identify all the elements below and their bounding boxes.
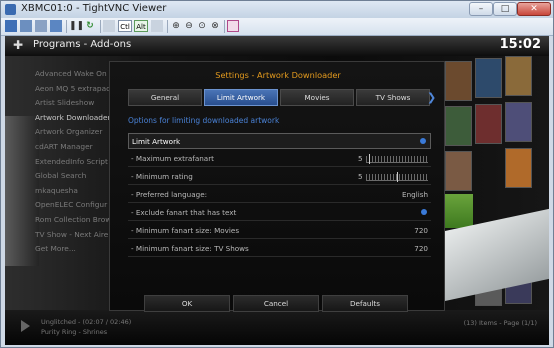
list-item[interactable]: OpenELEC Configur [35, 200, 115, 215]
setting-label: - Minimum fanart size: Movies [131, 226, 240, 235]
play-icon [21, 320, 30, 332]
zoom-100-icon[interactable]: ⊙ [196, 20, 208, 32]
chevron-right-icon[interactable]: ❯ [427, 92, 436, 103]
addon-list: Advanced Wake On Aeon MQ 5 extrapac Arti… [35, 69, 115, 259]
setting-maximum-extrafanart[interactable]: - Maximum extrafanart 5 [128, 151, 431, 167]
list-item[interactable]: Artwork Downloader [35, 113, 115, 128]
save-icon[interactable] [20, 20, 32, 32]
poster-image [505, 56, 532, 96]
slider-knob[interactable] [397, 172, 398, 182]
settings-dialog: Settings - Artwork Downloader General Li… [109, 61, 445, 311]
fanart-image [5, 116, 39, 266]
fullscreen-icon[interactable] [227, 20, 239, 32]
cancel-button[interactable]: Cancel [233, 295, 319, 312]
setting-value: 5 [358, 154, 363, 163]
list-item[interactable]: cdART Manager [35, 142, 115, 157]
list-item[interactable]: Artwork Organizer [35, 127, 115, 142]
zoom-fit-icon[interactable]: ⊗ [209, 20, 221, 32]
tab-movies[interactable]: Movies [280, 89, 354, 106]
ok-button[interactable]: OK [144, 295, 230, 312]
setting-min-fanart-movies[interactable]: - Minimum fanart size: Movies 720 [128, 223, 431, 239]
setting-label: Limit Artwork [132, 137, 181, 146]
list-item[interactable]: Artist Slideshow [35, 98, 115, 113]
toolbar-separator [224, 20, 225, 33]
list-item[interactable]: Aeon MQ 5 extrapac [35, 84, 115, 99]
setting-label: - Maximum extrafanart [131, 154, 214, 163]
poster-image [475, 58, 502, 98]
addons-icon: ✚ [13, 38, 24, 52]
setting-label: - Exclude fanart that has text [131, 208, 237, 217]
poster-image [505, 148, 532, 188]
list-item[interactable]: mkaquesha [35, 186, 115, 201]
defaults-button[interactable]: Defaults [322, 295, 408, 312]
section-title: Options for limiting downloaded artwork [128, 116, 280, 125]
setting-value: English [402, 190, 428, 199]
setting-label: - Minimum rating [131, 172, 193, 181]
setting-label: - Minimum fanart size: TV Shows [131, 244, 249, 253]
poster-image [475, 104, 502, 144]
remote-screen[interactable]: ✚ Programs - Add-ons 15:02 Advanced Wake… [5, 36, 549, 345]
minimize-button[interactable]: – [469, 2, 493, 16]
close-button[interactable]: ✕ [517, 2, 551, 16]
zoom-out-icon[interactable]: ⊖ [183, 20, 195, 32]
title-bar[interactable]: XBMC01:0 - TightVNC Viewer – □ ✕ [1, 1, 553, 18]
setting-value: 720 [414, 226, 428, 235]
maximize-button[interactable]: □ [493, 2, 517, 16]
poster-image [505, 102, 532, 142]
item-count: (13) Items - Page (1/1) [463, 319, 537, 327]
toggle-on-icon[interactable] [420, 138, 426, 144]
list-item[interactable]: ExtendedInfo Script [35, 157, 115, 172]
zoom-in-icon[interactable]: ⊕ [170, 20, 182, 32]
list-item[interactable]: Get More... [35, 244, 115, 259]
xbmc-header: ✚ Programs - Add-ons 15:02 [5, 36, 549, 56]
alt-key-button[interactable]: Alt [134, 20, 148, 32]
now-playing-bar: Unglitched - (02:07 / 02:46) Purity Ring… [5, 310, 549, 345]
vnc-toolbar: ❚❚ ↻ Ctl Alt ⊕ ⊖ ⊙ ⊗ [1, 18, 553, 36]
settings-tabs: General Limit Artwork Movies TV Shows [128, 89, 438, 107]
poster-image [445, 106, 472, 146]
setting-min-fanart-tvshows[interactable]: - Minimum fanart size: TV Shows 720 [128, 241, 431, 257]
poster-image [445, 151, 472, 191]
setting-minimum-rating[interactable]: - Minimum rating 5 [128, 169, 431, 185]
clipboard-icon[interactable] [151, 20, 163, 32]
dialog-title: Settings - Artwork Downloader [215, 70, 341, 80]
ctrl-alt-del-icon[interactable] [103, 20, 115, 32]
page-title: Programs - Add-ons [33, 39, 132, 50]
tab-limit-artwork[interactable]: Limit Artwork [204, 89, 278, 106]
info-icon[interactable] [50, 20, 62, 32]
setting-limit-artwork[interactable]: Limit Artwork [128, 133, 431, 149]
toggle-on-icon[interactable] [421, 209, 427, 215]
setting-label: - Preferred language: [131, 190, 208, 199]
setting-preferred-language[interactable]: - Preferred language: English [128, 187, 431, 203]
refresh-icon[interactable]: ↻ [84, 20, 96, 32]
now-playing-artist: Purity Ring - Shrines [41, 328, 108, 336]
tab-general[interactable]: General [128, 89, 202, 106]
toolbar-separator [167, 20, 168, 33]
list-item[interactable]: Rom Collection Brow [35, 215, 115, 230]
options-icon[interactable] [35, 20, 47, 32]
setting-exclude-fanart-text[interactable]: - Exclude fanart that has text [128, 205, 431, 221]
poster-image [445, 61, 472, 101]
slider-knob[interactable] [369, 154, 371, 164]
vnc-viewer-window: XBMC01:0 - TightVNC Viewer – □ ✕ ❚❚ ↻ Ct… [0, 0, 554, 348]
list-item[interactable]: Global Search [35, 171, 115, 186]
tab-tv-shows[interactable]: TV Shows [356, 89, 430, 106]
window-title: XBMC01:0 - TightVNC Viewer [21, 3, 167, 14]
new-connection-icon[interactable] [5, 20, 17, 32]
list-item[interactable]: TV Show - Next Aire [35, 230, 115, 245]
setting-value: 720 [414, 244, 428, 253]
slider-track[interactable] [366, 154, 428, 164]
toolbar-separator [100, 20, 101, 33]
pause-icon[interactable]: ❚❚ [69, 20, 84, 32]
tightvnc-app-icon [5, 4, 16, 15]
ctrl-key-button[interactable]: Ctl [118, 20, 132, 32]
list-item[interactable]: Advanced Wake On [35, 69, 115, 84]
clock: 15:02 [499, 37, 541, 52]
setting-value: 5 [358, 172, 363, 181]
toolbar-separator [66, 20, 67, 33]
slider-track[interactable] [366, 172, 428, 182]
now-playing-track: Unglitched - (02:07 / 02:46) [41, 318, 132, 326]
